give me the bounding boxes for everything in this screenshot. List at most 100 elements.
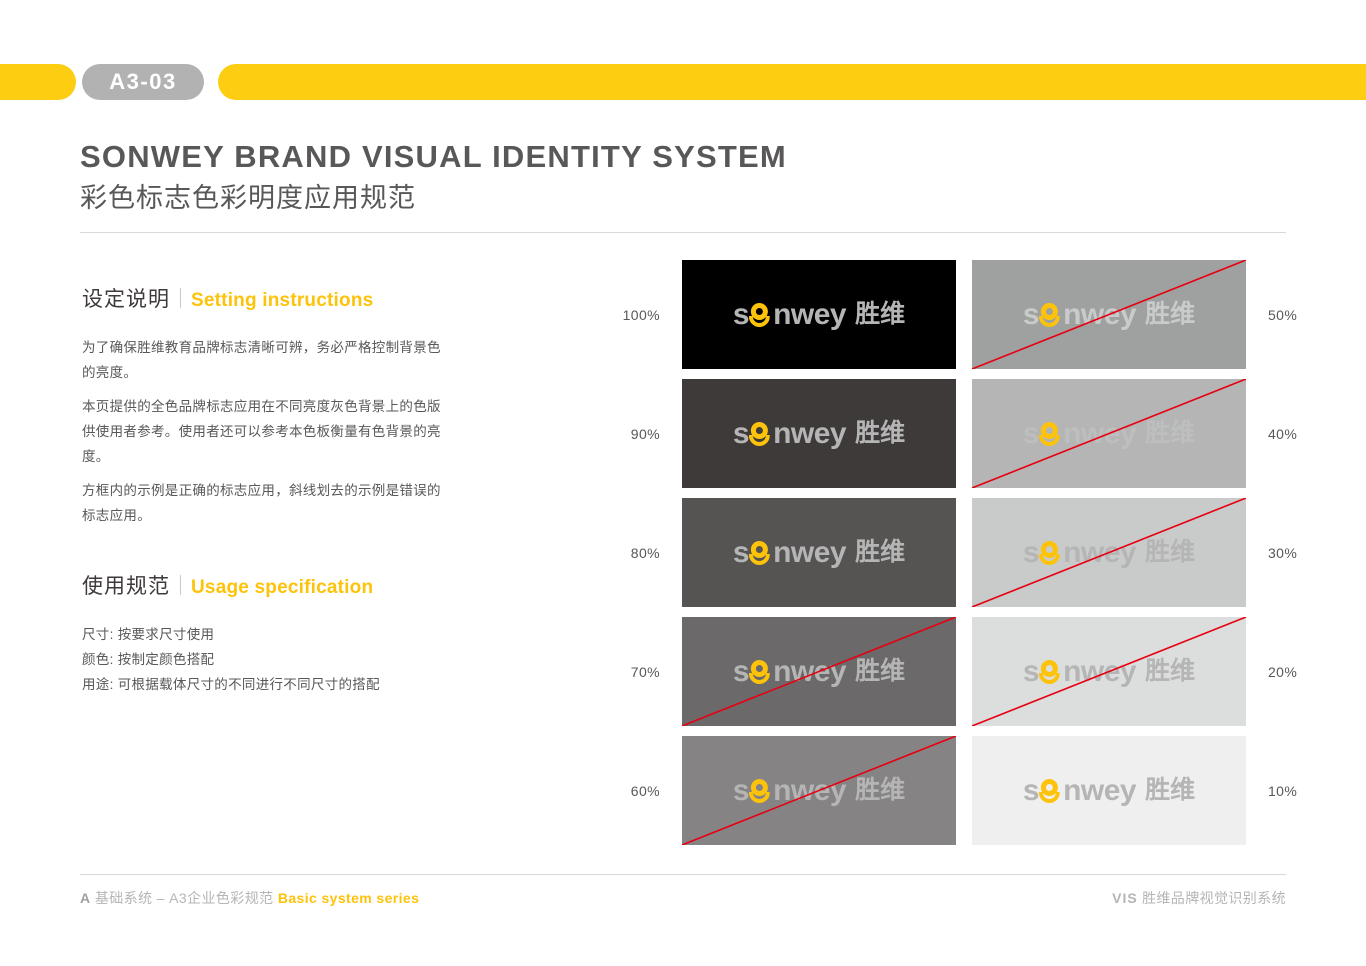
page-title: SONWEY BRAND VISUAL IDENTITY SYSTEM 彩色标志… <box>80 138 1080 218</box>
brightness-percent-label: 50% <box>1268 306 1298 323</box>
logo-wordmark: s nwey <box>732 416 847 450</box>
setting-heading-english: Setting instructions <box>191 290 374 311</box>
setting-paragraph: 为了确保胜维教育品牌标志清晰可辨，务必严格控制背景色的亮度。 <box>82 340 441 380</box>
logo-brightness-swatch: s nwey 胜维 <box>682 498 956 607</box>
setting-paragraph: 方框内的示例是正确的标志应用，斜线划去的示例是错误的标志应用。 <box>82 483 441 523</box>
sonwey-logo: s nwey 胜维 <box>733 535 906 569</box>
footer-right: VIS 胜维品牌视觉识别系统 <box>1112 888 1286 908</box>
sonwey-logo: s nwey 胜维 <box>732 773 906 807</box>
brightness-swatch-grid: 100% s nwey 胜维 s nwey 胜维 50% 90% s nwey 胜维 s nwey 胜维 40… <box>600 255 1300 850</box>
logo-chinese-name: 胜维 <box>1145 776 1196 804</box>
header-bar-left-segment <box>0 64 76 100</box>
setting-instructions-heading: 设定说明 Setting instructions <box>82 283 442 313</box>
brightness-percent-label: 70% <box>630 663 660 680</box>
sonwey-logo: s nwey 胜维 <box>1022 535 1195 569</box>
logo-wordmark: s nwey <box>733 535 847 569</box>
logo-word-suffix: nwey <box>1063 773 1137 807</box>
logo-smile-icon <box>749 791 771 803</box>
logo-word-suffix: nwey <box>1063 297 1137 331</box>
brightness-percent-label: 90% <box>630 425 660 442</box>
sonwey-logo: s nwey 胜维 <box>1022 416 1196 450</box>
header-bar: A3-03 <box>0 64 1366 100</box>
logo-brightness-swatch: s nwey 胜维 <box>972 498 1246 607</box>
logo-smiley-o-icon <box>749 657 773 687</box>
sonwey-logo: s nwey 胜维 <box>1023 773 1196 807</box>
logo-word-prefix: s <box>732 773 750 807</box>
brightness-percent-label: 30% <box>1268 544 1298 561</box>
logo-chinese-name: 胜维 <box>1145 419 1196 447</box>
logo-brightness-swatch: s nwey 胜维 <box>972 379 1246 488</box>
footer-left-code: A <box>80 890 91 906</box>
logo-wordmark: s nwey <box>732 297 847 331</box>
header-bar-right-segment <box>218 64 1366 100</box>
logo-smile-icon <box>749 434 771 446</box>
logo-wordmark: s nwey <box>1023 773 1137 807</box>
logo-smile-icon <box>1039 553 1061 565</box>
logo-brightness-swatch: s nwey 胜维 <box>972 617 1246 726</box>
usage-spec-line: 颜色: 按制定颜色搭配 <box>82 652 215 667</box>
logo-smiley-o-icon <box>749 776 773 806</box>
usage-heading-english: Usage specification <box>191 577 374 598</box>
logo-smiley-o-icon <box>1039 419 1063 449</box>
logo-brightness-swatch: s nwey 胜维 <box>972 736 1246 845</box>
swatch-row: 80% s nwey 胜维 s nwey 胜维 30% <box>600 493 1300 612</box>
logo-smile-icon <box>749 553 771 565</box>
logo-brightness-swatch: s nwey 胜维 <box>682 260 956 369</box>
logo-word-suffix: nwey <box>773 416 847 450</box>
footer-left-chinese: 基础系统 – A3企业色彩规范 <box>94 890 274 906</box>
logo-word-prefix: s <box>1022 297 1040 331</box>
usage-spec-line: 尺寸: 按要求尺寸使用 <box>82 627 215 642</box>
logo-smile-icon <box>749 672 771 684</box>
logo-smile-icon <box>1039 672 1061 684</box>
logo-smiley-o-icon <box>749 300 773 330</box>
logo-chinese-name: 胜维 <box>1145 300 1196 328</box>
usage-spec-line: 用途: 可根据载体尺寸的不同进行不同尺寸的搭配 <box>82 677 380 692</box>
brightness-percent-label: 80% <box>630 544 660 561</box>
header-divider <box>80 232 1286 233</box>
logo-word-prefix: s <box>1022 416 1040 450</box>
usage-specification-heading: 使用规范 Usage specification <box>82 570 442 600</box>
logo-word-suffix: nwey <box>773 773 847 807</box>
logo-wordmark: s nwey <box>1022 416 1137 450</box>
logo-chinese-name: 胜维 <box>855 300 906 328</box>
page-title-english: SONWEY BRAND VISUAL IDENTITY SYSTEM <box>80 139 787 174</box>
logo-brightness-swatch: s nwey 胜维 <box>682 379 956 488</box>
page-title-chinese: 彩色标志色彩明度应用规范 <box>80 183 416 213</box>
logo-word-suffix: nwey <box>773 535 847 569</box>
logo-word-prefix: s <box>732 416 750 450</box>
logo-smiley-o-icon <box>749 538 773 568</box>
footer-right-code: VIS <box>1112 890 1138 906</box>
heading-divider <box>180 288 181 308</box>
logo-chinese-name: 胜维 <box>855 657 906 685</box>
logo-smile-icon <box>1039 315 1061 327</box>
footer-left: A 基础系统 – A3企业色彩规范 Basic system series <box>80 888 419 908</box>
logo-brightness-swatch: s nwey 胜维 <box>682 736 956 845</box>
logo-smiley-o-icon <box>1039 776 1063 806</box>
brightness-percent-label: 10% <box>1268 782 1298 799</box>
swatch-row: 70% s nwey 胜维 s nwey 胜维 20% <box>600 612 1300 731</box>
logo-chinese-name: 胜维 <box>855 776 906 804</box>
footer-right-chinese: 胜维品牌视觉识别系统 <box>1142 890 1286 906</box>
logo-word-suffix: nwey <box>1063 654 1137 688</box>
sonwey-logo: s nwey 胜维 <box>1022 654 1195 688</box>
logo-wordmark: s nwey <box>1022 297 1137 331</box>
logo-word-prefix: s <box>1022 654 1040 688</box>
logo-word-suffix: nwey <box>1063 416 1137 450</box>
logo-word-prefix: s <box>1022 535 1040 569</box>
brightness-percent-label: 20% <box>1268 663 1298 680</box>
left-text-column: 设定说明 Setting instructions 为了确保胜维教育品牌标志清晰… <box>82 283 442 697</box>
sonwey-logo: s nwey 胜维 <box>1022 297 1196 331</box>
sonwey-logo: s nwey 胜维 <box>732 416 906 450</box>
logo-smiley-o-icon <box>1039 300 1063 330</box>
logo-smiley-o-icon <box>749 419 773 449</box>
logo-chinese-name: 胜维 <box>855 419 906 447</box>
logo-chinese-name: 胜维 <box>855 538 906 566</box>
page-code-badge: A3-03 <box>82 64 204 100</box>
swatch-row: 90% s nwey 胜维 s nwey 胜维 40% <box>600 374 1300 493</box>
logo-brightness-swatch: s nwey 胜维 <box>972 260 1246 369</box>
logo-smiley-o-icon <box>1039 657 1063 687</box>
sonwey-logo: s nwey 胜维 <box>732 297 906 331</box>
logo-word-prefix: s <box>732 297 750 331</box>
logo-word-suffix: nwey <box>773 654 847 688</box>
footer-divider <box>80 874 1286 875</box>
